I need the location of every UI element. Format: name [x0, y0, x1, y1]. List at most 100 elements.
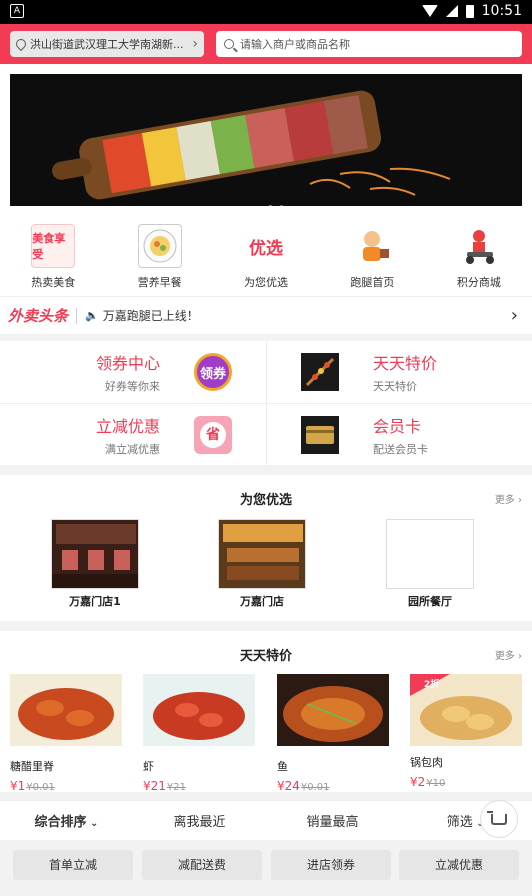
status-bar: A 10:51 — [0, 0, 532, 24]
shop-card[interactable]: 万嘉门店1 — [51, 519, 139, 609]
shop-image-placeholder — [386, 519, 474, 589]
cart-icon — [487, 810, 507, 825]
category-nav: 美食享受 热卖美食 营养早餐 优选 为您优选 跑腿首页 积分商城 — [0, 216, 532, 296]
promo-subtitle: 好券等你来 — [105, 380, 160, 393]
category-label: 营养早餐 — [137, 276, 182, 289]
shop-name: 万嘉门店1 — [69, 595, 121, 608]
promo-title: 立减优惠 — [95, 416, 160, 436]
promo-subtitle: 配送会员卡 — [373, 442, 428, 456]
deal-name: 糖醋里脊 — [10, 760, 54, 773]
divider — [76, 307, 78, 324]
filter-first-order-discount[interactable]: 首单立减 — [13, 850, 133, 880]
category-item-youxuan[interactable]: 优选 为您优选 — [213, 216, 319, 296]
shop-card[interactable]: 万嘉门店 — [218, 519, 306, 609]
search-input[interactable]: 请输入商户或商品名称 — [216, 31, 522, 57]
deal-card[interactable]: 虾 ¥21¥21 — [143, 674, 255, 793]
breakfast-plate-icon — [137, 224, 182, 268]
filter-instant-discount[interactable]: 立减优惠 — [399, 850, 519, 880]
coupon-icon: 领券 — [194, 353, 232, 391]
daily-deals-section: 天天特价 更多 › 糖醋里脊 ¥1¥0.01 虾 ¥21¥21 鱼 ¥24¥0.… — [0, 631, 532, 793]
membership-card-icon — [301, 415, 339, 454]
news-text: 万嘉跑腿已上线！ — [102, 309, 199, 323]
skewer-food-icon — [301, 353, 339, 391]
chevron-right-icon: › — [510, 305, 518, 326]
promo-title: 天天特价 — [373, 354, 438, 373]
deal-price: ¥21¥21 — [143, 779, 186, 793]
notification-icon: A — [10, 4, 24, 18]
deal-card[interactable]: 糖醋里脊 ¥1¥0.01 — [10, 674, 122, 793]
shop-name: 园所餐厅 — [408, 595, 452, 608]
promo-grid: 领券中心 好券等你来 领券 天天特价 天天特价 立减优惠 满立减优惠 省 会员卡… — [0, 341, 532, 465]
sort-best-selling[interactable]: 销量最高 — [266, 811, 399, 830]
filter-chips: 首单立减 减配送费 进店领券 立减优惠 — [0, 840, 532, 896]
food-board-image — [10, 74, 522, 206]
scooter-rider-icon — [456, 224, 501, 268]
more-link[interactable]: 更多 › — [495, 491, 522, 506]
chevron-down-icon: ⌄ — [86, 818, 99, 829]
location-text: 洪山街道武汉理工大学南湖新... — [30, 38, 184, 51]
filter-reduced-delivery[interactable]: 减配送费 — [142, 850, 262, 880]
more-link[interactable]: 更多 › — [495, 647, 522, 662]
original-price: ¥0.01 — [26, 782, 55, 793]
category-item-points-mall[interactable]: 积分商城 — [426, 216, 532, 296]
youxuan-icon: 优选 — [244, 224, 289, 268]
discount-badge: 2折 — [424, 680, 440, 690]
category-label: 热卖美食 — [31, 276, 76, 289]
promo-daily-special[interactable]: 天天特价 天天特价 — [266, 341, 532, 403]
promo-subtitle: 满立减优惠 — [105, 442, 160, 456]
chevron-right-icon: › — [192, 36, 198, 52]
original-price: ¥21 — [166, 782, 186, 793]
clock: 10:51 — [481, 3, 522, 19]
status-icons: 10:51 — [421, 3, 522, 19]
category-label: 积分商城 — [456, 276, 501, 289]
news-ticker[interactable]: 外卖头条 🔈 万嘉跑腿已上线！ › — [0, 296, 532, 334]
discount-icon: 省 — [194, 415, 232, 454]
carousel-dot-active[interactable] — [279, 205, 284, 206]
shop-image — [51, 519, 139, 589]
carousel-dots — [268, 205, 284, 206]
deal-price: ¥1¥0.01 — [10, 779, 55, 793]
deal-name: 虾 — [143, 760, 154, 773]
cart-button[interactable] — [480, 800, 518, 838]
top-bar: 洪山街道武汉理工大学南湖新... › 请输入商户或商品名称 — [0, 24, 532, 64]
deal-image — [10, 674, 122, 746]
category-label: 为您优选 — [244, 276, 289, 289]
category-item-breakfast[interactable]: 营养早餐 — [106, 216, 212, 296]
category-item-errand[interactable]: 跑腿首页 — [319, 216, 425, 296]
section-title: 天天特价 — [239, 649, 292, 664]
wifi-icon — [421, 5, 438, 17]
original-price: ¥0.01 — [300, 782, 330, 793]
deal-price: ¥2¥10 — [410, 775, 446, 789]
category-label: 跑腿首页 — [350, 276, 395, 289]
recommend-section: 为您优选 更多 › 万嘉门店1 万嘉门店 园所餐厅 — [0, 475, 532, 621]
filter-store-coupon[interactable]: 进店领券 — [271, 850, 391, 880]
banner-section — [0, 64, 532, 216]
banner-carousel[interactable] — [10, 74, 522, 206]
shop-image — [218, 519, 306, 589]
deal-price: ¥24¥0.01 — [277, 779, 330, 793]
promo-coupon-center[interactable]: 领券中心 好券等你来 领券 — [0, 341, 266, 403]
deal-card[interactable]: 鱼 ¥24¥0.01 — [277, 674, 389, 793]
news-logo: 外卖头条 — [8, 307, 69, 325]
delivery-person-icon — [350, 224, 395, 268]
original-price: ¥10 — [426, 778, 446, 789]
location-pin-icon — [13, 36, 29, 52]
category-item-hot-food[interactable]: 美食享受 热卖美食 — [0, 216, 106, 296]
location-selector[interactable]: 洪山街道武汉理工大学南湖新... › — [10, 31, 204, 57]
search-placeholder: 请输入商户或商品名称 — [240, 38, 350, 51]
sort-nearest[interactable]: 离我最近 — [133, 811, 266, 830]
search-icon — [224, 39, 234, 49]
shop-name: 万嘉门店 — [240, 595, 284, 608]
deal-name: 锅包肉 — [410, 756, 443, 769]
promo-subtitle: 天天特价 — [373, 380, 417, 393]
carousel-dot[interactable] — [268, 205, 273, 206]
section-title: 为您优选 — [239, 493, 292, 508]
shop-card[interactable]: 园所餐厅 — [386, 519, 474, 609]
promo-instant-discount[interactable]: 立减优惠 满立减优惠 省 — [0, 403, 266, 465]
sort-comprehensive[interactable]: 综合排序 ⌄ — [0, 811, 133, 830]
promo-membership-card[interactable]: 会员卡 配送会员卡 — [266, 403, 532, 465]
signal-icon — [445, 5, 458, 17]
food-poster-icon: 美食享受 — [31, 224, 76, 268]
deal-card[interactable]: 2折 锅包肉 ¥2¥10 — [410, 674, 522, 789]
promo-title: 领券中心 — [95, 354, 160, 373]
